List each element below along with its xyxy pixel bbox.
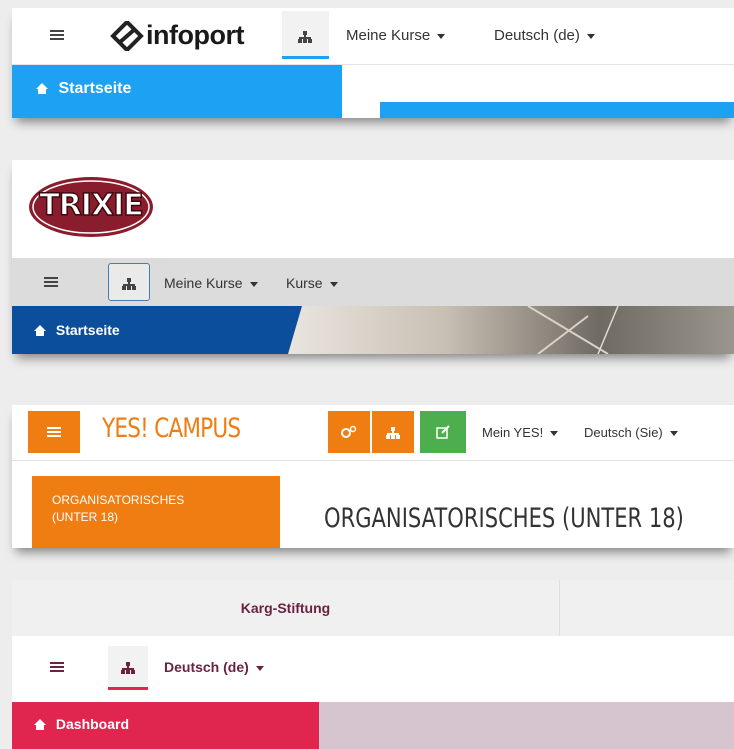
hamburger-menu-button[interactable] bbox=[50, 660, 64, 679]
cogs-icon bbox=[341, 425, 357, 438]
home-icon bbox=[34, 325, 46, 336]
course-category-box[interactable]: ORGANISATORISCHES (UNTER 18) bbox=[32, 476, 280, 548]
yescampus-logo-text: YES! CAMPUS bbox=[102, 413, 241, 444]
trixie-logo[interactable]: TRIXIE bbox=[26, 172, 156, 242]
hamburger-icon bbox=[47, 425, 61, 439]
infoport-header: infoport Meine Kurse Deutsch (de) Starts… bbox=[12, 8, 734, 118]
menu-language[interactable]: Deutsch (de) bbox=[164, 659, 264, 675]
karg-header: Deutsch (de) Dashboard bbox=[12, 636, 734, 749]
home-icon bbox=[34, 719, 46, 730]
banner-image bbox=[288, 306, 734, 354]
edit-icon bbox=[436, 425, 450, 439]
trixie-header: TRIXIE Meine Kurse Kurse Startseite bbox=[12, 160, 734, 354]
menu-courses[interactable]: Kurse bbox=[286, 275, 338, 291]
hamburger-menu-button[interactable] bbox=[28, 411, 80, 453]
hamburger-icon bbox=[44, 275, 58, 289]
banner-strip bbox=[319, 702, 734, 749]
sitemap-icon bbox=[298, 31, 312, 43]
breadcrumb-home[interactable]: Startseite bbox=[12, 306, 302, 354]
trixie-logo-text: TRIXIE bbox=[38, 187, 144, 224]
hamburger-menu-button[interactable] bbox=[50, 28, 64, 47]
menu-my-courses[interactable]: Meine Kurse bbox=[164, 275, 258, 291]
yescampus-header: YES! CAMPUS Mein YES! Deutsch (Sie) ORGA… bbox=[12, 405, 734, 548]
home-icon bbox=[36, 83, 48, 94]
tab-karg-stiftung[interactable]: Karg-Stiftung bbox=[12, 580, 560, 636]
caret-down-icon bbox=[550, 431, 559, 437]
karg-top-tabs: Karg-Stiftung bbox=[12, 580, 734, 636]
header-divider bbox=[12, 460, 734, 461]
course-category-label: ORGANISATORISCHES (UNTER 18) bbox=[52, 493, 185, 524]
menu-my-yes[interactable]: Mein YES! bbox=[482, 425, 559, 440]
infoport-logo[interactable]: infoport bbox=[110, 20, 244, 51]
breadcrumb-home[interactable]: Startseite bbox=[12, 65, 342, 118]
caret-down-icon bbox=[329, 281, 338, 287]
caret-down-icon bbox=[249, 281, 258, 287]
caret-down-icon bbox=[437, 33, 446, 39]
banner-strip bbox=[380, 102, 734, 118]
edit-mode-button[interactable] bbox=[420, 411, 466, 453]
hamburger-icon bbox=[50, 28, 64, 42]
sitemap-icon bbox=[121, 662, 135, 674]
hamburger-icon bbox=[50, 660, 64, 674]
site-tree-button[interactable] bbox=[108, 646, 148, 690]
banner-image-lines bbox=[527, 306, 619, 354]
hamburger-menu-button[interactable] bbox=[44, 275, 58, 294]
page-title: ORGANISATORISCHES (UNTER 18) bbox=[324, 503, 684, 534]
caret-down-icon bbox=[255, 665, 264, 671]
site-tree-button[interactable] bbox=[108, 263, 150, 301]
site-tree-button[interactable] bbox=[372, 411, 414, 453]
menu-language[interactable]: Deutsch (de) bbox=[494, 27, 595, 44]
dashboard-link[interactable]: Dashboard bbox=[12, 702, 319, 749]
menu-language[interactable]: Deutsch (Sie) bbox=[584, 425, 678, 440]
menu-my-courses[interactable]: Meine Kurse bbox=[346, 27, 446, 44]
infoport-logo-icon bbox=[110, 20, 144, 51]
caret-down-icon bbox=[586, 33, 595, 39]
yescampus-logo[interactable]: YES! CAMPUS bbox=[102, 413, 275, 444]
sitemap-icon bbox=[122, 278, 136, 290]
site-tree-button[interactable] bbox=[282, 11, 329, 59]
infoport-logo-text: infoport bbox=[146, 20, 244, 50]
caret-down-icon bbox=[669, 431, 678, 437]
sitemap-icon bbox=[386, 427, 400, 439]
settings-button[interactable] bbox=[328, 411, 370, 453]
